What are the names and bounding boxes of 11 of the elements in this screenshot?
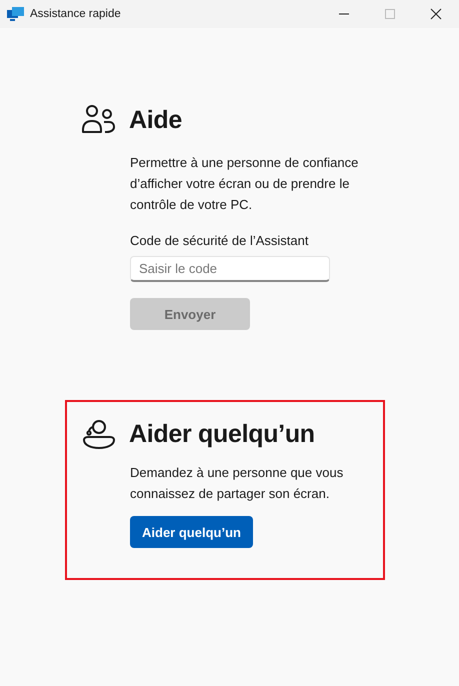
maximize-icon [384,8,396,20]
field-label: Code de sécurité de l’Assistant [130,233,310,248]
window-title: Assistance rapide [30,8,122,20]
help-someone-button[interactable]: Aider quelqu’un [130,516,253,548]
section-heading: Aider quelqu’un [129,420,315,448]
code-input-field[interactable]: Saisir le code [130,256,330,282]
monitor-icon [7,7,24,21]
section-heading: Aide [129,106,182,134]
description: Demandez à une personne que vous connaissez de partager son écran. [130,464,344,503]
description: Permettre à une personne de confiance d’afficher votre écran ou de prendre le contrôle de votre PC. [130,154,360,214]
close-icon [430,8,442,20]
